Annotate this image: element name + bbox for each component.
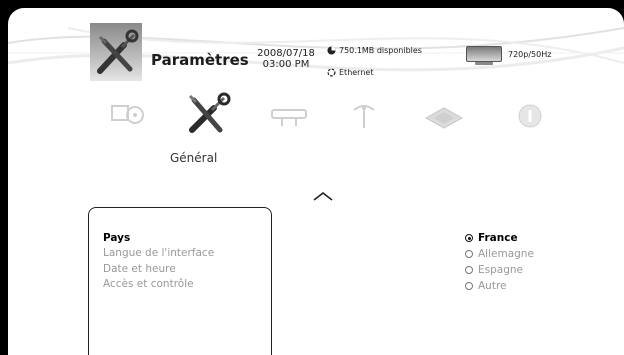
menu-item-country[interactable]: Pays xyxy=(103,232,130,244)
date-text: 2008/07/18 xyxy=(257,48,315,59)
tv-icon xyxy=(466,46,502,65)
radio-icon[interactable] xyxy=(465,266,473,274)
disk-pie-icon xyxy=(327,46,336,55)
option-label: Espagne xyxy=(478,264,523,276)
antenna-icon[interactable] xyxy=(342,98,386,134)
time-text: 03:00 PM xyxy=(262,59,310,70)
ethernet-icon xyxy=(327,68,336,77)
network-text: Ethernet xyxy=(339,68,374,77)
connector-icon[interactable] xyxy=(268,98,312,134)
radio-selected-icon[interactable] xyxy=(465,234,473,242)
tools-icon[interactable] xyxy=(184,92,232,138)
tv-frame: Paramètres 2008/07/18 03:00 PM 750.1MB d… xyxy=(0,0,624,355)
video-mode-status: 720p/50Hz xyxy=(466,46,552,65)
media-icon[interactable] xyxy=(108,98,152,134)
tools-icon xyxy=(97,29,139,74)
option-label: Allemagne xyxy=(478,248,534,260)
menu-item-access-control[interactable]: Accès et contrôle xyxy=(103,278,194,290)
option-france[interactable]: France xyxy=(465,232,518,244)
chip-icon[interactable] xyxy=(422,98,466,134)
menu-item-date-time[interactable]: Date et heure xyxy=(103,263,176,275)
disk-space-text: 750.1MB disponibles xyxy=(339,46,422,55)
category-label: Général xyxy=(170,151,218,165)
chevron-up-icon[interactable] xyxy=(312,190,334,202)
page-title: Paramètres xyxy=(151,51,249,69)
option-other[interactable]: Autre xyxy=(465,280,507,292)
option-germany[interactable]: Allemagne xyxy=(465,248,534,260)
disk-space-status: 750.1MB disponibles xyxy=(327,46,422,55)
settings-screen: Paramètres 2008/07/18 03:00 PM 750.1MB d… xyxy=(8,8,624,355)
option-label: France xyxy=(478,232,518,244)
option-spain[interactable]: Espagne xyxy=(465,264,523,276)
info-icon[interactable] xyxy=(508,98,552,134)
settings-title-icon xyxy=(90,23,142,81)
video-mode-text: 720p/50Hz xyxy=(508,49,552,59)
option-label: Autre xyxy=(478,280,507,292)
radio-icon[interactable] xyxy=(465,250,473,258)
radio-icon[interactable] xyxy=(465,282,473,290)
clock: 2008/07/18 03:00 PM xyxy=(252,48,320,70)
network-status: Ethernet xyxy=(327,68,373,77)
menu-item-language[interactable]: Langue de l'interface xyxy=(103,247,214,259)
